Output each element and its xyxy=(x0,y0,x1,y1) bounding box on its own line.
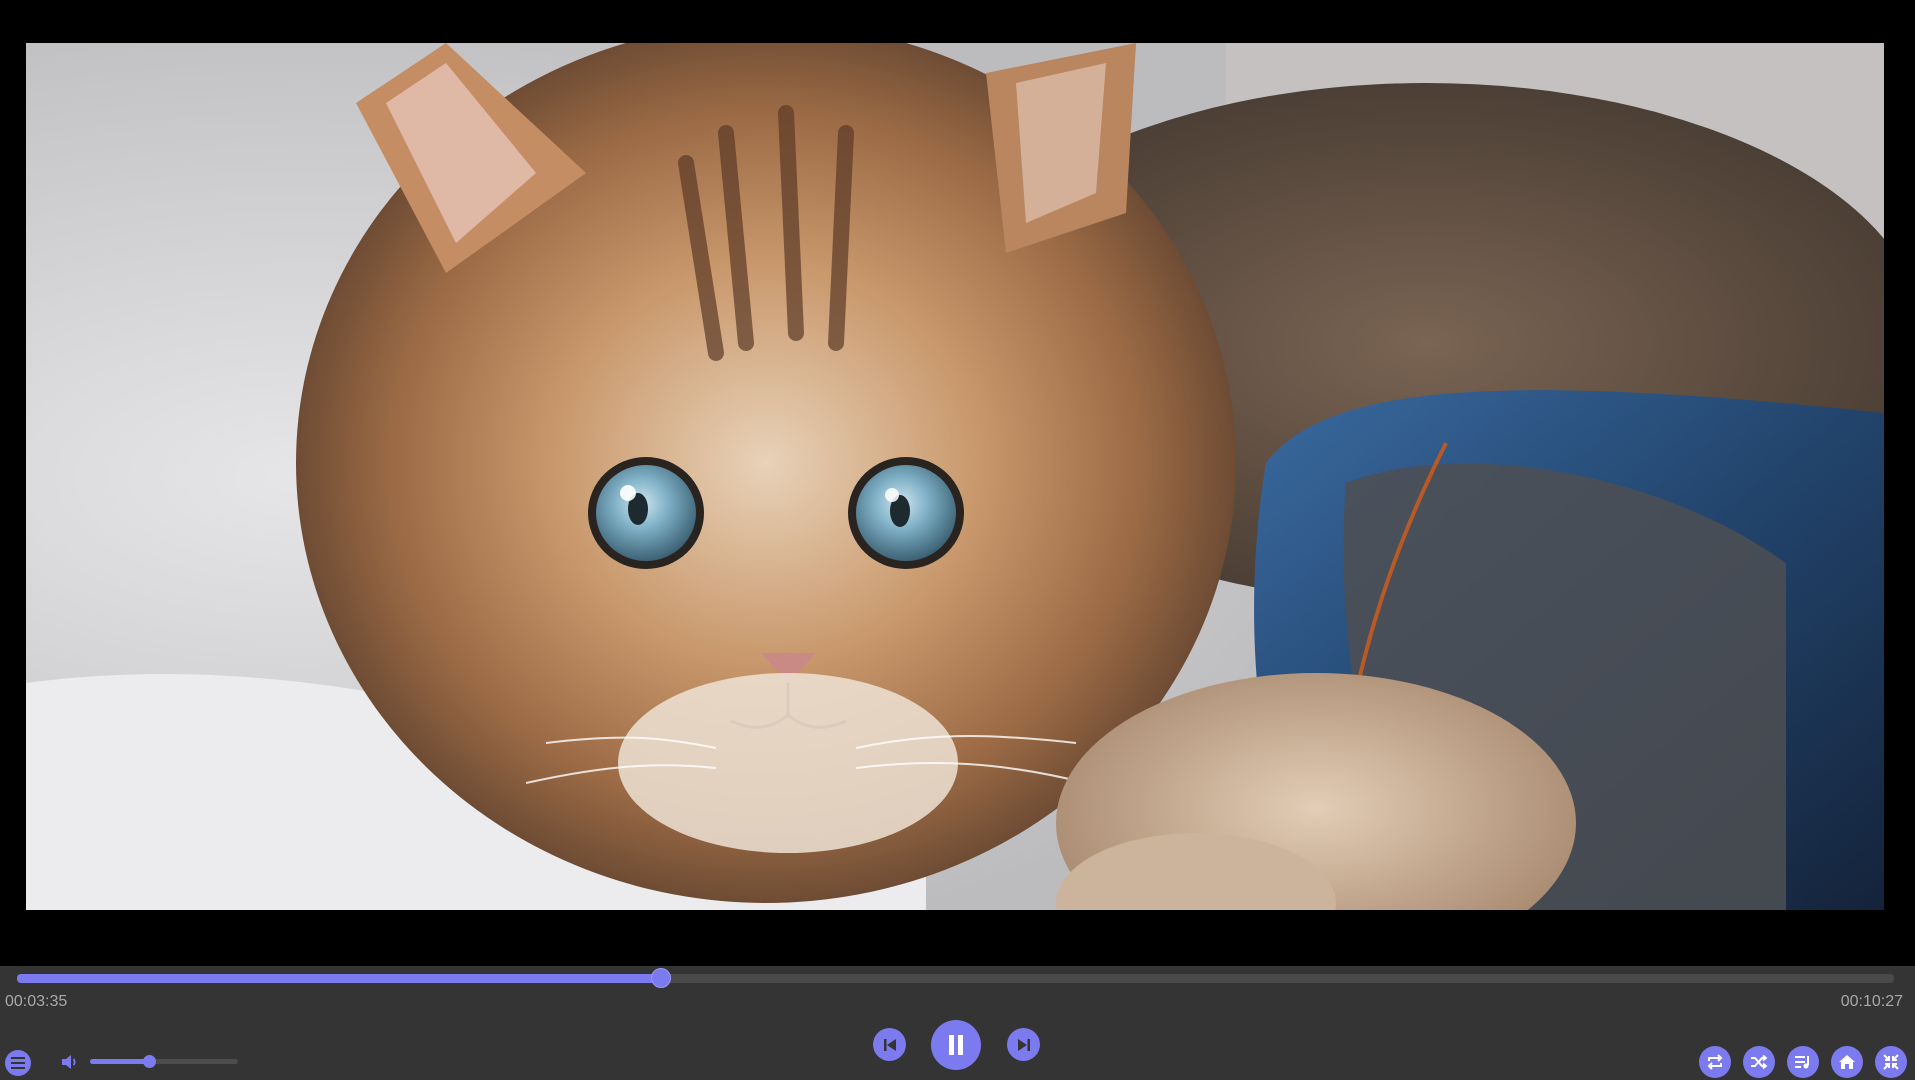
repeat-button[interactable] xyxy=(1699,1046,1731,1078)
seek-bar[interactable] xyxy=(17,968,1894,988)
volume-slider-fill xyxy=(90,1059,150,1064)
kitten-image xyxy=(26,43,1884,910)
skip-previous-icon xyxy=(883,1038,896,1051)
repeat-icon xyxy=(1707,1054,1723,1070)
menu-button[interactable] xyxy=(5,1050,31,1076)
shuffle-button[interactable] xyxy=(1743,1046,1775,1078)
next-button[interactable] xyxy=(1007,1028,1040,1061)
seek-bar-handle[interactable] xyxy=(650,968,671,988)
volume-slider[interactable] xyxy=(90,1055,238,1068)
total-time: 00:10:27 xyxy=(1840,993,1903,1010)
current-time: 00:03:35 xyxy=(5,993,68,1010)
playlist-icon xyxy=(1795,1056,1809,1069)
video-frame[interactable] xyxy=(26,43,1884,910)
video-stage[interactable] xyxy=(0,0,1915,966)
pause-button[interactable] xyxy=(931,1020,981,1070)
volume-button[interactable] xyxy=(59,1052,79,1072)
previous-button[interactable] xyxy=(873,1028,906,1061)
home-button[interactable] xyxy=(1831,1046,1863,1078)
exit-fullscreen-icon xyxy=(1883,1054,1899,1070)
skip-next-icon xyxy=(1017,1038,1030,1051)
exit-fullscreen-button[interactable] xyxy=(1875,1046,1907,1078)
seek-bar-fill xyxy=(17,974,661,983)
playlist-button[interactable] xyxy=(1787,1046,1819,1078)
volume-icon xyxy=(62,1055,76,1069)
pause-icon xyxy=(949,1035,963,1055)
shuffle-icon xyxy=(1751,1054,1768,1070)
menu-icon xyxy=(11,1057,25,1069)
home-icon xyxy=(1839,1055,1855,1069)
